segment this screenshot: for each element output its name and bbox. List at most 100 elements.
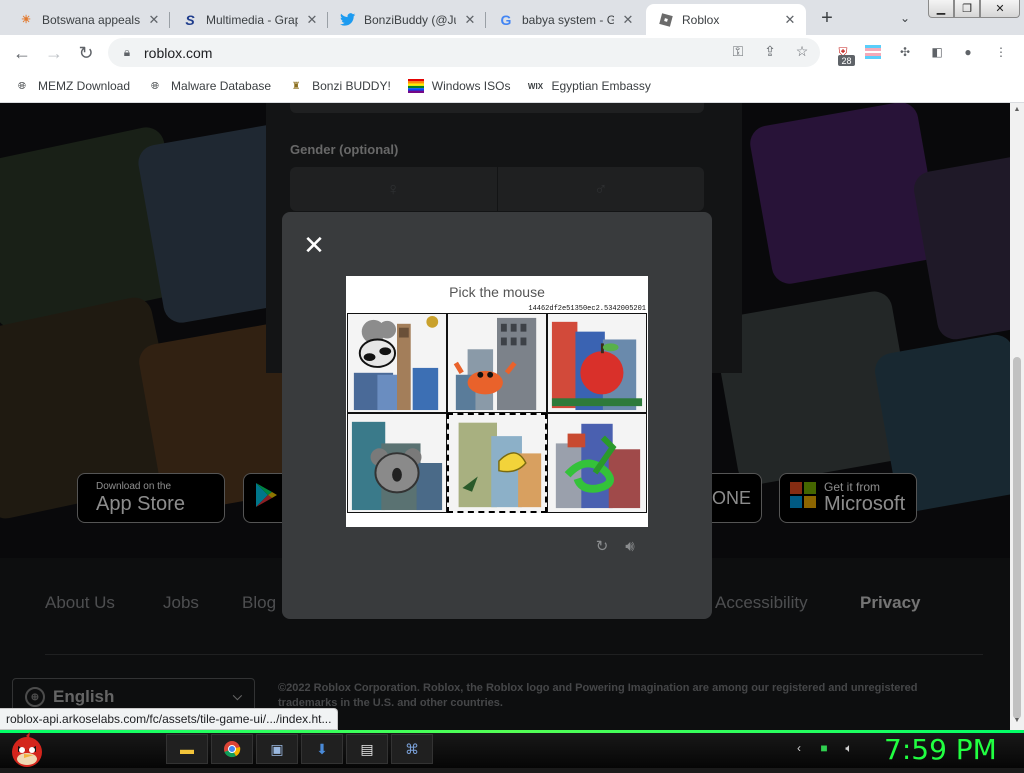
notepad-icon[interactable]: ▤: [346, 734, 388, 764]
tray-power-icon[interactable]: ■: [813, 739, 835, 757]
koala-tile-icon: [348, 414, 446, 512]
tab-botswana[interactable]: ☀ Botswana appeals ✕: [6, 4, 170, 35]
captcha-frame: Pick the mouse 14462df2e51350ec2.5342005…: [346, 276, 648, 527]
close-tab-icon[interactable]: ✕: [146, 12, 162, 28]
bookmark-memz[interactable]: 🌐︎ MEMZ Download: [14, 78, 130, 94]
extensions-puzzle-icon[interactable]: ✣: [896, 43, 914, 61]
panda-tile-icon: [348, 314, 446, 412]
close-tab-icon[interactable]: ✕: [304, 12, 320, 28]
bookmark-label: Bonzi BUDDY!: [312, 79, 391, 93]
window-controls: ▁ ❐ ✕: [928, 0, 1020, 18]
tab-babya-system[interactable]: G babya system - G ✕: [486, 4, 644, 35]
side-panel-icon[interactable]: ◧: [928, 43, 946, 61]
forward-button[interactable]: →: [40, 39, 68, 67]
tab-roblox[interactable]: Roblox ✕: [646, 4, 806, 35]
bookmark-label: Egyptian Embassy: [551, 79, 651, 93]
twitter-favicon-icon: [340, 12, 356, 28]
bookmarks-bar: 🌐︎ MEMZ Download 🌐︎ Malware Database ♜ B…: [0, 70, 1024, 103]
captcha-tile-crab[interactable]: [447, 313, 547, 413]
taskbar-clock[interactable]: 7:59 PM: [884, 733, 997, 766]
captcha-tile-grid: [347, 313, 647, 513]
address-bar[interactable]: 🔒︎ roblox.com: [108, 38, 820, 67]
tab-title: Botswana appeals: [42, 12, 140, 27]
tab-bonzibuddy[interactable]: BonziBuddy (@Ju ✕: [328, 4, 486, 35]
tab-title: Multimedia - Grap: [206, 12, 298, 27]
scroll-down-arrow-icon[interactable]: ▼: [1013, 717, 1021, 725]
banana-tile-icon: [449, 415, 545, 511]
refresh-captcha-icon[interactable]: ↻: [593, 537, 611, 555]
bookmark-malware-database[interactable]: 🌐︎ Malware Database: [147, 78, 271, 94]
captcha-tile-banana-creature[interactable]: [447, 413, 547, 513]
bookmark-egyptian-embassy[interactable]: WIX Egyptian Embassy: [527, 78, 651, 94]
link-status-bar: roblox-api.arkoselabs.com/fc/assets/tile…: [0, 708, 339, 730]
chrome-icon[interactable]: [211, 734, 253, 764]
captcha-prompt: Pick the mouse: [449, 284, 545, 300]
captcha-tile-panda[interactable]: [347, 313, 447, 413]
tab-title: BonziBuddy (@Ju: [364, 12, 456, 27]
roblox-page: Gender (optional) ♀ ♂ Download on the Ap…: [0, 103, 1010, 730]
bookmark-label: Windows ISOs: [431, 79, 511, 93]
windows-taskbar: ▬ ▣ ⬇ ▤ ⌘ ‹ ■ 🔈︎ 7:59 PM: [0, 730, 1024, 768]
profile-avatar-icon[interactable]: ●: [959, 43, 977, 61]
reload-button[interactable]: ↻: [72, 39, 100, 67]
restore-button[interactable]: ❐: [954, 0, 980, 18]
bookmark-windows-isos[interactable]: Windows ISOs: [407, 78, 511, 94]
page-scrollbar[interactable]: ▲ ▼: [1010, 103, 1024, 730]
trophy-icon: ♜: [291, 80, 301, 92]
browser-toolbar: ← → ↻ 🔒︎ roblox.com ⚿ ⇪ ☆ ⛨ ✣ ◧ ● ⋮: [0, 35, 1024, 70]
tab-strip: ☀ Botswana appeals ✕ S Multimedia - Grap…: [0, 0, 1024, 35]
taskbar-glow: [0, 730, 1024, 733]
scrollbar-thumb[interactable]: [1013, 357, 1021, 719]
captcha-tile-koala[interactable]: [347, 413, 447, 513]
tab-search-chevron-icon[interactable]: ⌄: [896, 9, 914, 27]
bookmark-star-icon[interactable]: ☆: [792, 41, 812, 61]
start-button-angry-bird-icon[interactable]: [8, 730, 46, 768]
new-tab-button[interactable]: +: [815, 6, 839, 30]
close-tab-icon[interactable]: ✕: [462, 12, 478, 28]
media-player-icon[interactable]: ▣: [256, 734, 298, 764]
snake-tile-icon: [548, 414, 646, 512]
scribd-favicon-icon: S: [185, 11, 195, 28]
share-icon[interactable]: ⇪: [760, 41, 780, 61]
wix-icon: WIX: [527, 81, 544, 91]
captcha-tile-green-snake[interactable]: [547, 413, 647, 513]
google-favicon-icon: G: [500, 11, 512, 28]
system-tray: ‹ ■ 🔈︎: [788, 739, 863, 757]
tab-title: Roblox: [682, 12, 720, 27]
network-icon[interactable]: ⌘: [391, 734, 433, 764]
audio-captcha-icon[interactable]: 🔊︎: [621, 537, 639, 555]
tab-title: babya system - G: [522, 12, 614, 27]
bookmark-label: MEMZ Download: [38, 79, 131, 93]
bookmark-bonzi-buddy[interactable]: ♜ Bonzi BUDDY!: [288, 78, 391, 94]
back-button[interactable]: ←: [8, 39, 36, 67]
captcha-modal: ✕ Pick the mouse 14462df2e51350ec2.53420…: [282, 212, 712, 619]
close-modal-icon[interactable]: ✕: [302, 232, 326, 258]
tab-multimedia[interactable]: S Multimedia - Grap ✕: [170, 4, 328, 35]
pride-extension-icon[interactable]: [864, 43, 882, 61]
rainbow-flag-icon: [407, 78, 424, 94]
taskbar-pinned-apps: ▬ ▣ ⬇ ▤ ⌘: [166, 734, 436, 764]
crab-tile-icon: [448, 314, 546, 412]
lock-icon[interactable]: 🔒︎: [120, 45, 134, 60]
captcha-tile-apple[interactable]: [547, 313, 647, 413]
installer-icon[interactable]: ⬇: [301, 734, 343, 764]
captcha-puzzle-id: 14462df2e51350ec2.5342005201: [528, 305, 646, 313]
menu-kebab-icon[interactable]: ⋮: [992, 43, 1010, 61]
file-explorer-icon[interactable]: ▬: [166, 734, 208, 764]
tray-volume-icon[interactable]: 🔈︎: [838, 739, 860, 757]
globe-icon: 🌐︎: [151, 80, 160, 92]
close-tab-icon[interactable]: ✕: [782, 12, 798, 28]
globe-icon: 🌐︎: [18, 80, 26, 92]
roblox-favicon-icon: [658, 12, 674, 28]
url-text: roblox.com: [144, 44, 213, 61]
scroll-up-arrow-icon[interactable]: ▲: [1013, 106, 1021, 114]
key-icon[interactable]: ⚿: [728, 41, 748, 61]
bookmark-label: Malware Database: [171, 79, 272, 93]
extension-badge: 28: [838, 55, 855, 66]
minimize-button[interactable]: ▁: [928, 0, 954, 18]
tray-chevron-icon[interactable]: ‹: [788, 739, 810, 757]
close-tab-icon[interactable]: ✕: [620, 12, 636, 28]
close-window-button[interactable]: ✕: [980, 0, 1020, 18]
apple-tile-icon: [548, 314, 646, 412]
sun-favicon-icon: ☀: [21, 14, 31, 26]
